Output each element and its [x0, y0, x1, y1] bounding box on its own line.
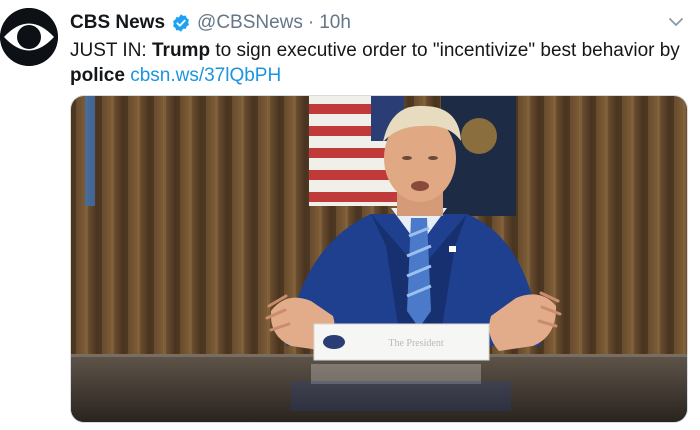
text-prefix: JUST IN:: [70, 40, 152, 61]
tweet-link[interactable]: cbsn.ws/37lQbPH: [130, 65, 281, 86]
timestamp[interactable]: 10h: [319, 12, 351, 34]
handle[interactable]: @CBSNews: [197, 12, 303, 34]
verified-badge-icon: [173, 14, 189, 32]
placard-text: The President: [388, 338, 443, 349]
tweet[interactable]: CBS News @CBSNews · 10h JUST IN: Trump t…: [0, 0, 700, 430]
tweet-text: JUST IN: Trump to sign executive order t…: [70, 38, 685, 88]
separator-dot: ·: [307, 12, 315, 33]
avatar[interactable]: [0, 8, 58, 66]
text-bold-police: police: [70, 65, 125, 86]
tweet-photo[interactable]: The President: [70, 95, 688, 423]
display-name[interactable]: CBS News: [70, 12, 165, 34]
chevron-down-icon[interactable]: [666, 12, 686, 32]
text-middle: to sign executive order to "incentivize"…: [210, 40, 680, 61]
tweet-header: CBS News @CBSNews · 10h: [70, 10, 351, 36]
text-bold-trump: Trump: [152, 40, 211, 61]
cbs-eye-logo-icon: [0, 8, 58, 66]
photo-image: The President: [71, 96, 687, 422]
